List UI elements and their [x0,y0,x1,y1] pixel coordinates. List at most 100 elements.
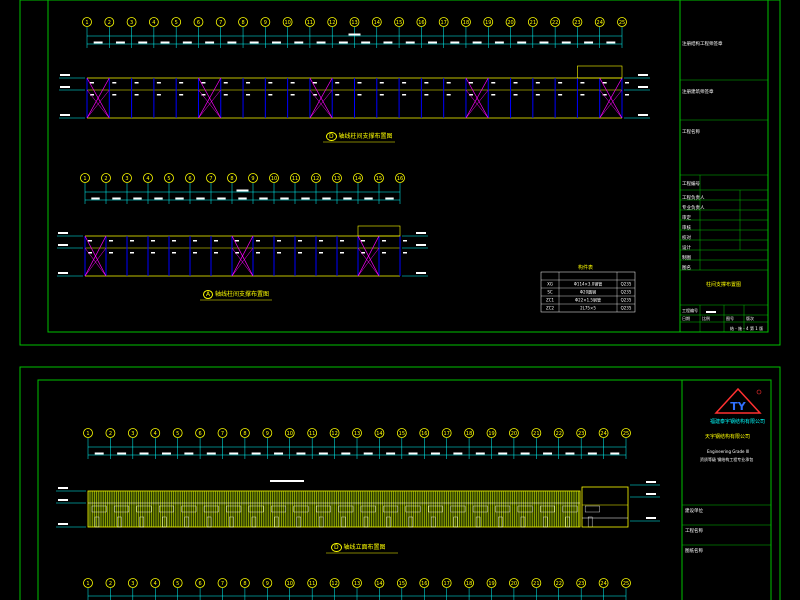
level-text-left [58,272,68,274]
axis-label: 13 [354,581,360,587]
axis-label: 4 [154,431,157,437]
member-tag [268,82,273,84]
member-tag [298,252,302,254]
level-text-left [60,74,70,76]
axis-label: 13 [351,20,357,26]
dimension-text [543,452,553,455]
member-tag [277,240,281,242]
axis-label: 12 [331,431,337,437]
titleblock-label: 专业负责人 [682,204,705,211]
axis-label: 23 [574,20,580,26]
company-name: 福建泰宇钢结构有限公司 [710,419,766,425]
axis-label: 5 [175,20,178,26]
dimension-text [561,41,571,44]
member-tag [134,82,139,84]
titleblock-label: 工程负责人 [682,194,705,201]
member-tag [214,252,218,254]
axis-label: 10 [284,20,290,26]
level-text-right [646,517,656,519]
member-tag [558,94,563,96]
axis-label: 5 [176,581,179,587]
member-tag [379,82,384,84]
member-tag [403,240,407,242]
sheet1-inner-frame [47,0,769,333]
titleblock-label: 工程编号 [682,307,698,313]
member-tag [424,82,429,84]
member-tag [402,82,407,84]
dimension-text [343,197,352,200]
titleblock-label: 注册建筑师签章 [682,88,714,95]
member-tag [580,82,585,84]
member-tag [134,94,139,96]
table-cell: Φ20圆钢 [580,289,596,295]
dimension-text [405,41,415,44]
table-cell: Q235 [621,298,632,303]
dimension-text [133,197,142,200]
axis-label: 15 [399,431,405,437]
axis-label: 22 [556,581,562,587]
dimension-text [520,452,530,455]
member-tag [491,94,496,96]
level-text-left [58,244,68,246]
member-tag [256,252,260,254]
axis-label: 20 [511,581,517,587]
member-tag [558,82,563,84]
caption-text: 轴线立面布置图 [343,544,386,551]
dimension-text [280,197,289,200]
member-tag [513,82,518,84]
axis-label: 10 [287,431,293,437]
axis-label: 24 [600,581,606,587]
axis-label: 25 [623,431,629,437]
ty-logo-icon: TY [714,387,762,414]
axis-label: 9 [264,20,267,26]
axis-label: 2 [108,20,111,26]
dimension-text [112,197,121,200]
dimension-text [517,41,527,44]
tower-outline [577,65,623,79]
axis-label: 6 [198,431,201,437]
dimension-text [296,452,306,455]
dimension-text [587,452,597,455]
dimension-text [364,197,373,200]
member-tag [156,94,161,96]
titleblock-label: 图名 [682,264,691,271]
dimension-text [606,41,616,44]
dimension-text [385,197,394,200]
axis-label: 9 [266,431,269,437]
dimension-text [175,197,184,200]
axis-label: 14 [376,431,382,437]
dimension-text [274,452,284,455]
axis-label: 21 [533,581,539,587]
bottom-elevation-caption: A 轴线柱间支撑布置图 [203,289,269,299]
axis-label: 14 [376,581,382,587]
axis-label: 1 [86,581,89,587]
member-tag [424,94,429,96]
axis-label: 20 [511,431,517,437]
titleblock-label: 制图 [682,254,691,261]
window [584,505,600,513]
caption-tag: D [326,132,337,141]
axis-label: 14 [374,20,380,26]
titleblock-footer-value: 第 1 版 [750,325,763,331]
level-text-right [638,86,648,88]
company-logo: TY [712,387,764,415]
sheet2-outer-frame [19,366,781,600]
dimension-text [430,452,440,455]
axis-label: 24 [600,431,606,437]
member-tag [340,252,344,254]
axis-label: 12 [331,581,337,587]
cad-drawing-canvas: 1 2 3 4 5 6 7 8 9 10 11 12 13 14 15 16 17 18 19 20 21 22 23 24 2… [19,0,781,600]
titleblock-label: 设计 [682,244,691,251]
axis-label: 15 [399,581,405,587]
member-tag [312,82,317,84]
axis-label: 12 [329,20,335,26]
axis-label: 3 [131,581,134,587]
member-tag [277,252,281,254]
axis-label: 19 [485,20,491,26]
member-tag [268,94,273,96]
axis-label: 15 [396,20,402,26]
dimension-text-total [348,33,361,36]
member-tag [290,82,295,84]
table-cell: Q235 [621,282,632,287]
axis-label: 14 [355,176,361,182]
